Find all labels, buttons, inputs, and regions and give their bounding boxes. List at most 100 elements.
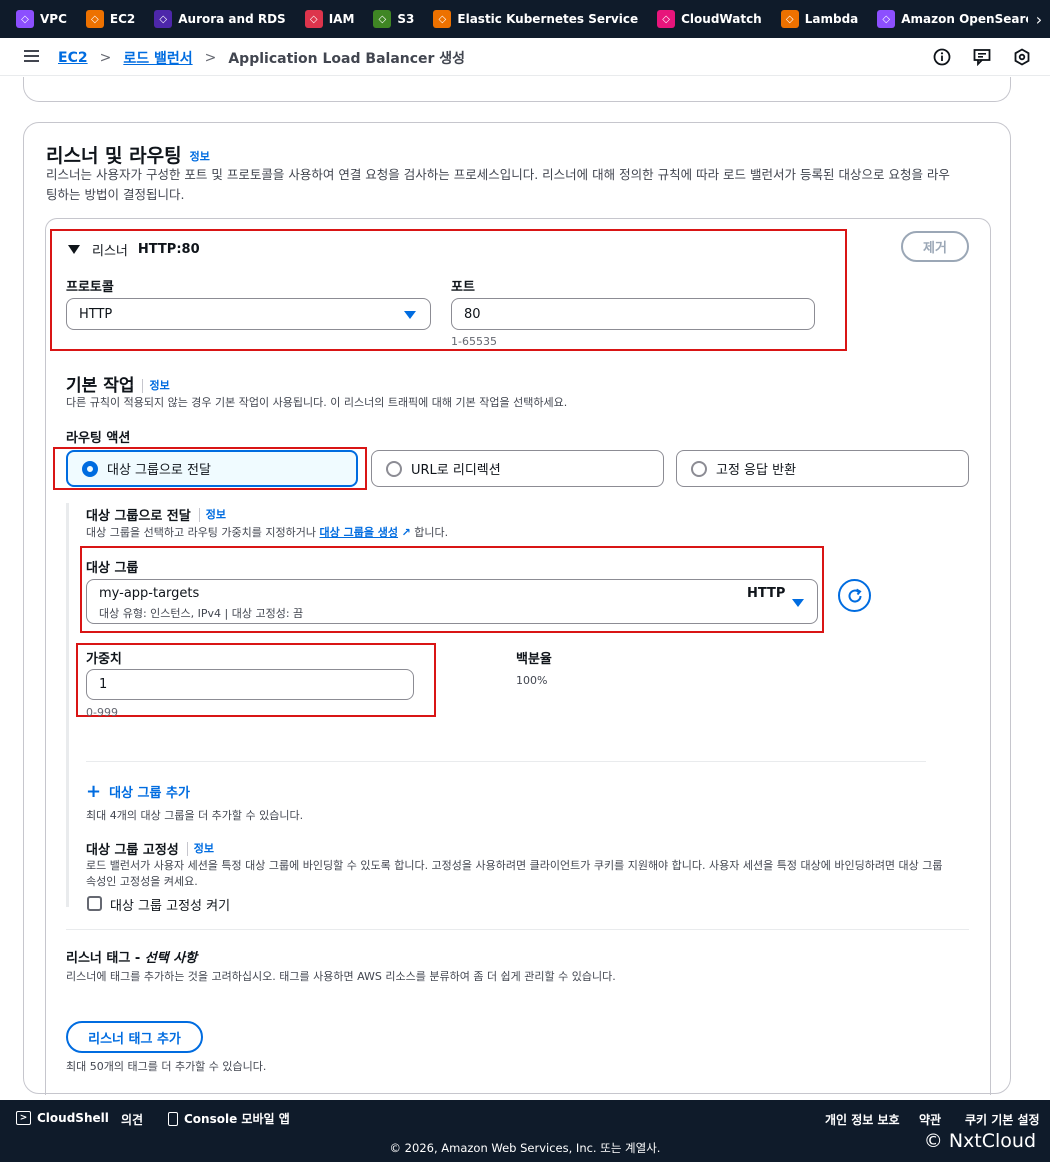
favorite-s3[interactable]: ◇ S3	[373, 10, 414, 28]
default-action-info-link[interactable]: 정보	[149, 379, 169, 392]
routing-option-redirect[interactable]: URL로 리디렉션	[371, 450, 664, 487]
favorite-lambda[interactable]: ◇ Lambda	[780, 10, 859, 28]
cloudshell-button[interactable]: > CloudShell	[16, 1111, 109, 1125]
ec2-icon: ◇	[85, 10, 104, 28]
radio-unselected-icon	[386, 460, 402, 477]
routing-option-fixed-response[interactable]: 고정 응답 반환	[676, 450, 969, 487]
radio-selected-icon	[82, 460, 98, 477]
hexagon-settings-icon[interactable]	[1012, 47, 1032, 67]
target-group-select[interactable]: my-app-targets 대상 유형: 인스턴스, IPv4 | 대상 고정…	[86, 579, 818, 624]
cloudshell-label: CloudShell	[37, 1111, 109, 1125]
plus-icon: +	[86, 780, 102, 802]
favorite-iam[interactable]: ◇ IAM	[304, 10, 355, 28]
breadcrumb: EC2 > 로드 밸런서 > Application Load Balancer…	[58, 48, 465, 68]
favorite-eks[interactable]: ◇ Elastic Kubernetes Service	[433, 10, 638, 28]
privacy-link[interactable]: 개인 정보 보호	[825, 1111, 900, 1128]
target-group-value: my-app-targets	[99, 586, 200, 601]
stickiness-checkbox[interactable]	[87, 896, 102, 911]
favorite-label: CloudWatch	[681, 12, 762, 26]
terms-link[interactable]: 약관	[919, 1111, 941, 1128]
chevron-right-icon[interactable]: ›	[1028, 0, 1050, 38]
breadcrumb-load-balancers[interactable]: 로드 밸런서	[123, 48, 192, 68]
stickiness-checkbox-label[interactable]: 대상 그룹 고정성 켜기	[110, 895, 230, 914]
copyright: © 2026, Amazon Web Services, Inc. 또는 계열사…	[389, 1141, 661, 1155]
add-listener-tag-button[interactable]: 리스너 태그 추가	[66, 1021, 203, 1053]
routing-option-forward[interactable]: 대상 그룹으로 전달	[66, 450, 358, 487]
stickiness-info-link[interactable]: 정보	[194, 842, 214, 855]
cookie-preferences-link[interactable]: 쿠키 기본 설정	[965, 1111, 1040, 1128]
section-description-line1: 리스너는 사용자가 구성한 포트 및 프로토콜을 사용하여 연결 요청을 검사하…	[46, 167, 950, 182]
favorite-label: IAM	[328, 12, 355, 26]
opensearch-icon: ◇	[877, 10, 896, 28]
cloudshell-icon: >	[16, 1111, 31, 1125]
forward-desc-before: 대상 그룹을 선택하고 라우팅 가중치를 지정하거나	[86, 526, 317, 539]
port-value: 80	[464, 306, 481, 322]
listener-name: HTTP:80	[137, 242, 200, 257]
favorite-label: Lambda	[804, 12, 859, 26]
divider	[86, 761, 926, 762]
section-info-link[interactable]: 정보	[190, 150, 210, 163]
favorite-rds[interactable]: ◇ Aurora and RDS	[154, 10, 286, 28]
default-action-title-text: 기본 작업	[66, 376, 135, 396]
info-icon[interactable]	[932, 47, 952, 67]
port-input[interactable]: 80	[451, 298, 815, 330]
eks-icon: ◇	[433, 10, 452, 28]
feedback-link[interactable]: 의견	[121, 1111, 143, 1128]
iam-icon: ◇	[304, 10, 323, 28]
breadcrumb-ec2[interactable]: EC2	[58, 50, 88, 66]
external-link-icon: ↗	[401, 526, 411, 539]
routing-option-forward-label: 대상 그룹으로 전달	[107, 463, 211, 478]
forward-info-link[interactable]: 정보	[206, 508, 226, 521]
listener-tags-title: 리스너 태그 - 선택 사항	[66, 947, 197, 966]
favorite-label: EC2	[109, 12, 136, 26]
favorite-opensearch[interactable]: ◇Amazon OpenSearch Ser...	[877, 10, 1050, 28]
favorite-label: VPC	[40, 12, 67, 26]
weight-hint: 0-999	[86, 706, 118, 716]
favorite-cloudwatch[interactable]: ◇ CloudWatch	[657, 10, 762, 28]
weight-label: 가중치	[86, 652, 122, 667]
remove-listener-button[interactable]: 제거	[901, 231, 969, 262]
listener-tags-optional: 선택 사항	[144, 951, 198, 966]
listener-tags-title-text: 리스너 태그 -	[66, 951, 141, 966]
protocol-select[interactable]: HTTP	[66, 298, 431, 330]
forward-section-rail	[66, 503, 69, 907]
lambda-icon: ◇	[780, 10, 799, 28]
forward-description: 대상 그룹을 선택하고 라우팅 가중치를 지정하거나 대상 그룹을 생성 ↗ 합…	[86, 524, 448, 540]
create-target-group-link[interactable]: 대상 그룹을 생성	[320, 526, 399, 539]
divider	[66, 929, 969, 930]
vpc-icon: ◇	[16, 10, 34, 28]
caret-down-icon	[68, 245, 80, 254]
feedback-icon[interactable]	[972, 47, 992, 67]
s3-icon: ◇	[373, 10, 392, 28]
refresh-button[interactable]	[838, 579, 871, 612]
section-title-text: 리스너 및 라우팅	[46, 145, 182, 167]
caret-down-icon	[792, 599, 804, 607]
protocol-value: HTTP	[79, 306, 113, 322]
favorite-ec2[interactable]: ◇ EC2	[85, 10, 136, 28]
weight-input[interactable]: 1	[86, 669, 414, 700]
favorite-label: Elastic Kubernetes Service	[457, 12, 639, 26]
menu-icon[interactable]	[24, 50, 39, 62]
default-action-description: 다른 규칙이 적용되지 않는 경우 기본 작업이 사용됩니다. 이 리스너의 트…	[66, 396, 568, 409]
weight-value: 1	[99, 677, 108, 692]
forward-title: 대상 그룹으로 전달 정보	[86, 505, 226, 524]
console-footer: > CloudShell 의견 Console 모바일 앱 개인 정보 보호 약…	[0, 1100, 1050, 1162]
add-target-group-button[interactable]: + 대상 그룹 추가	[86, 782, 190, 801]
mobile-app-link[interactable]: Console 모바일 앱	[168, 1110, 290, 1127]
rds-icon: ◇	[154, 10, 173, 28]
stickiness-desc-line1: 로드 밸런서가 사용자 세션을 특정 대상 그룹에 바인딩할 수 있도록 합니다…	[86, 859, 943, 872]
radio-unselected-icon	[691, 460, 707, 477]
favorite-label: Aurora and RDS	[178, 12, 286, 26]
add-target-group-hint: 최대 4개의 대상 그룹을 더 추가할 수 있습니다.	[86, 809, 304, 822]
listener-toggle[interactable]: 리스너 HTTP:80	[68, 240, 200, 259]
favorite-vpc[interactable]: ◇ VPC	[16, 10, 67, 28]
section-title: 리스너 및 라우팅 정보	[46, 141, 210, 168]
previous-section-card	[23, 77, 1011, 102]
stickiness-title-text: 대상 그룹 고정성	[86, 843, 179, 858]
stickiness-description: 로드 밸런서가 사용자 세션을 특정 대상 그룹에 바인딩할 수 있도록 합니다…	[86, 858, 966, 890]
favorite-label: S3	[397, 12, 415, 26]
favorites-bar: ◇ VPC ◇ EC2 ◇ Aurora and RDS ◇ IAM ◇ S3 ◇ Elastic K…	[0, 0, 1050, 38]
stickiness-title: 대상 그룹 고정성 정보	[86, 839, 214, 858]
listener-tags-hint: 최대 50개의 태그를 더 추가할 수 있습니다.	[66, 1060, 267, 1073]
default-action-title: 기본 작업 정보	[66, 371, 170, 396]
